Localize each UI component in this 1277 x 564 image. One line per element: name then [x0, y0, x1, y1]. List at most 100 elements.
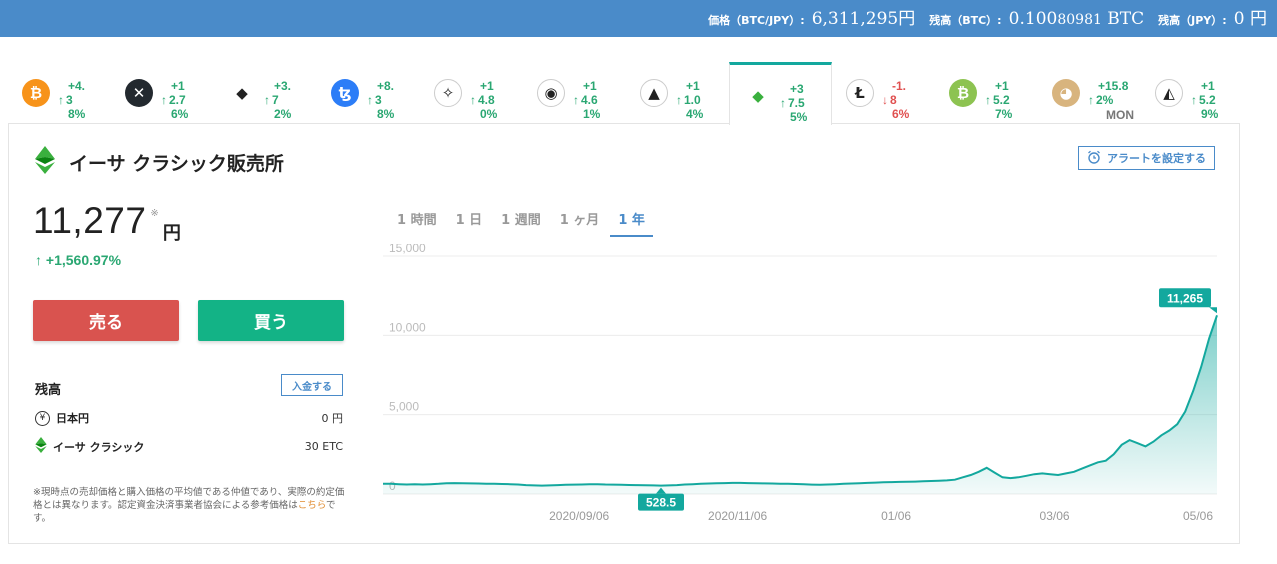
set-alert-button[interactable]: アラートを設定する [1078, 146, 1215, 170]
arrow-up-icon: ↑ [35, 252, 42, 268]
price-change-value: +1,560.97% [45, 252, 122, 268]
buy-button[interactable]: 買う [198, 300, 344, 341]
sell-button[interactable]: 売る [33, 300, 179, 341]
arrow-up-icon: ↑ [573, 93, 579, 107]
jpy-balance-stat: 残高（JPY）: 0 円 [1158, 4, 1267, 29]
balance-value-etc: 30 ETC [304, 440, 343, 453]
coin-tab-bitcoin-cash[interactable]: ₿ +1 ↑ 5.2 7% [935, 62, 1038, 124]
coin-change: +1 ↑ 4.8 0% [470, 79, 498, 121]
coin-change: +1 ↑ 2.7 6% [161, 79, 189, 121]
coin-tab-tezos[interactable]: ꜩ +8. ↑ 3 8% [317, 62, 420, 124]
bitcoin-cash-icon: ₿ [949, 79, 977, 107]
coin-change: +1 ↑ 5.2 7% [985, 79, 1013, 121]
period-tab[interactable]: 1 時間 [389, 206, 445, 237]
btc-price-value: 6,311,295円 [811, 9, 916, 29]
price-value: 11,277 [33, 200, 147, 241]
x-tick-label: 05/06 [1183, 509, 1213, 523]
tezos-icon: ꜩ [331, 79, 359, 107]
btc-balance-stat: 残高（BTC）: 0.10080981 BTC [929, 9, 1144, 29]
coin-tab-stellar[interactable]: ✧ +1 ↑ 4.8 0% [420, 62, 523, 124]
balance-name-jpy: 日本円 [56, 412, 89, 425]
coin-tab-ethereum[interactable]: ◆ +3. ↑ 7 2% [214, 62, 317, 124]
nem-icon: ◉ [537, 79, 565, 107]
period-tab[interactable]: 1 ヶ月 [552, 206, 608, 237]
period-tabs: 1 時間 1 日1 週間 1 ヶ月 1 年 [389, 206, 656, 237]
max-marker-pointer [1209, 307, 1217, 314]
min-value-label: 528.5 [646, 496, 676, 510]
y-tick-label: 10,000 [389, 320, 426, 334]
xrp-icon: ✕ [125, 79, 153, 107]
price-change: ↑ +1,560.97% [35, 252, 121, 268]
price-chart: 05,00010,00015,0002020/09/062020/11/0601… [382, 244, 1218, 523]
ethereum-classic-icon [35, 146, 55, 178]
coin-change: +4. ↑ 3 8% [58, 79, 86, 121]
coin-change: +1 ↑ 1.0 4% [676, 79, 704, 121]
arrow-up-icon: ↑ [58, 93, 64, 107]
current-price: 11,277 ※ 円 [33, 200, 181, 245]
period-tab[interactable]: 1 週間 [493, 206, 549, 237]
balance-title: 残高 [35, 383, 62, 398]
coin-change: -1. ↓ 8 6% [882, 79, 910, 121]
ethereum-classic-small-icon [35, 437, 47, 456]
btc-balance-value: 0.10080981 BTC [1008, 9, 1145, 29]
btc-balance-label: 残高（BTC）: [929, 14, 1002, 27]
coin-tab-xrp[interactable]: ✕ +1 ↑ 2.7 6% [111, 62, 214, 124]
arrow-up-icon: ↑ [367, 93, 373, 107]
max-value-label: 11,265 [1167, 291, 1203, 305]
page-title: イーサ クラシック販売所 [69, 152, 284, 175]
arrow-down-icon: ↓ [882, 93, 888, 107]
lisk-icon: ◭ [1155, 79, 1183, 107]
balance-row-etc: イーサ クラシック 30 ETC [35, 437, 343, 456]
x-tick-label: 03/06 [1040, 509, 1070, 523]
jpy-balance-value: 0 円 [1233, 9, 1267, 29]
coin-change: +1 ↑ 5.2 9% [1191, 79, 1219, 121]
coin-tab-nem[interactable]: ◉ +1 ↑ 4.6 1% [523, 62, 626, 124]
coin-change: +1 ↑ 4.6 1% [573, 79, 601, 121]
coin-tab-ethereum-classic[interactable]: ◆ +3 ↑ 7.5 5% [729, 62, 832, 125]
period-tab[interactable]: 1 日 [448, 206, 491, 237]
arrow-up-icon: ↑ [264, 93, 270, 107]
jpy-balance-label: 残高（JPY）: [1158, 14, 1227, 27]
x-tick-label: 01/06 [881, 509, 911, 523]
arrow-up-icon: ↑ [676, 93, 682, 107]
coin-change: +15.8 ↑ 2% [1088, 79, 1129, 107]
stellar-icon: ✧ [434, 79, 462, 107]
monacoin-icon: ◕ [1052, 79, 1080, 107]
period-tab[interactable]: 1 年 [610, 206, 653, 237]
balance-row-jpy: ¥ 日本円 0 円 [35, 410, 343, 426]
arrow-up-icon: ↑ [1088, 93, 1094, 107]
price-note: ※現時点の売却価格と購入価格の平均値である仲値であり、実際の約定価格とは異なりま… [33, 487, 345, 524]
reference-price-link[interactable]: こちら [298, 500, 326, 511]
coin-change: +3 ↑ 7.5 5% [780, 82, 808, 124]
balance-name-etc: イーサ クラシック [53, 440, 145, 454]
arrow-up-icon: ↑ [161, 93, 167, 107]
coin-tab-lisk[interactable]: ◭ +1 ↑ 5.2 9% [1141, 62, 1244, 124]
y-tick-label: 15,000 [389, 244, 426, 255]
alarm-clock-icon [1087, 150, 1101, 167]
arrow-up-icon: ↑ [985, 93, 991, 107]
deposit-button[interactable]: 入金する [281, 374, 343, 396]
header-stats: 価格（BTC/JPY）: 6,311,295円 残高（BTC）: 0.10080… [708, 4, 1267, 29]
coin-tab-bat[interactable]: ▲ +1 ↑ 1.0 4% [626, 62, 729, 124]
coin-tab-litecoin[interactable]: Ł -1. ↓ 8 6% [832, 62, 935, 124]
top-bar: 価格（BTC/JPY）: 6,311,295円 残高（BTC）: 0.10080… [0, 0, 1277, 37]
arrow-up-icon: ↑ [1191, 93, 1197, 107]
x-tick-label: 2020/11/06 [708, 509, 767, 523]
coin-change: +3. ↑ 7 2% [264, 79, 292, 121]
y-tick-label: 5,000 [389, 400, 419, 414]
price-asterisk: ※ [150, 208, 159, 219]
ethereum-icon: ◆ [228, 79, 256, 107]
coin-ticker: MON [1106, 108, 1134, 122]
set-alert-label: アラートを設定する [1107, 152, 1206, 165]
coin-tabs: ₿ +4. ↑ 3 8% ✕ +1 ↑ 2.7 6% ◆ +3. ↑ 7 2% ꜩ +8. ↑ 3 8% ✧ +1 ↑ 4.8… [8, 62, 1244, 125]
chart-line [382, 314, 1218, 487]
coin-tab-bitcoin[interactable]: ₿ +4. ↑ 3 8% [8, 62, 111, 124]
trade-panel: イーサ クラシック販売所 アラートを設定する 11,277 ※ 円 ↑ +1,5… [8, 123, 1240, 544]
chart-area [383, 315, 1217, 494]
arrow-up-icon: ↑ [780, 96, 786, 110]
litecoin-icon: Ł [846, 79, 874, 107]
coin-title-row: イーサ クラシック販売所 [35, 146, 284, 178]
coin-tab-monacoin[interactable]: ◕ +15.8 ↑ 2% MON [1038, 62, 1141, 124]
btc-price-label: 価格（BTC/JPY）: [708, 14, 805, 27]
btc-price-stat: 価格（BTC/JPY）: 6,311,295円 [708, 4, 915, 29]
